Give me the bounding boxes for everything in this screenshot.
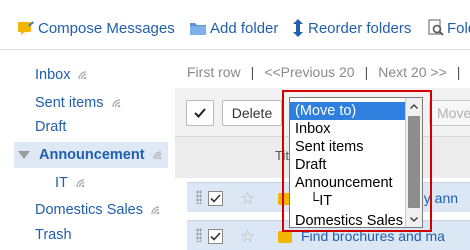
listbox-option-domestics-sales[interactable]: Domestics Sales [290, 212, 406, 227]
pager-separator: | [456, 64, 461, 80]
row-checkbox[interactable] [208, 191, 223, 206]
star-icon[interactable]: ☆ [240, 190, 255, 207]
subscription-icon [152, 151, 161, 160]
sidebar-item-label: Draft [35, 119, 67, 135]
star-icon[interactable]: ☆ [240, 228, 255, 245]
select-all-button[interactable] [186, 100, 214, 126]
listbox-option-announcement[interactable]: Announcement [290, 174, 406, 192]
collapse-triangle-icon[interactable] [18, 151, 30, 159]
checkmark-icon [210, 232, 221, 241]
listbox-option-move-to[interactable]: (Move to) [290, 102, 406, 120]
listbox-scrollbar[interactable] [405, 98, 422, 227]
scrollbar-thumb[interactable] [408, 116, 420, 208]
checkmark-icon [194, 108, 206, 118]
sidebar-item-label: Domestics Sales [35, 202, 143, 218]
reorder-folders-label: Reorder folders [308, 19, 412, 37]
subscription-icon [151, 206, 160, 215]
sidebar-item-it[interactable]: IT [55, 171, 85, 195]
subscription-icon [76, 179, 85, 188]
scroll-up-icon[interactable] [406, 99, 422, 113]
reorder-arrows-icon [293, 19, 303, 37]
find-folder-label: Fold [447, 19, 470, 37]
subscription-icon [78, 71, 87, 80]
sidebar-item-domestics-sales[interactable]: Domestics Sales [35, 198, 160, 222]
sidebar-item-label: Inbox [35, 67, 71, 83]
scroll-down-icon[interactable] [406, 212, 422, 226]
sidebar-item-label: Trash [35, 227, 72, 243]
listbox-option-draft[interactable]: Draft [290, 156, 406, 174]
drag-handle-icon[interactable] [196, 228, 202, 242]
reorder-folders-button[interactable]: Reorder folders [291, 18, 411, 38]
move-button[interactable]: Move [429, 100, 470, 126]
pager-separator: | [250, 64, 255, 80]
compose-label: Compose Messages [38, 19, 175, 37]
listbox-option-sent-items[interactable]: Sent items [290, 138, 406, 156]
listbox-option-inbox[interactable]: Inbox [290, 120, 406, 138]
pager-separator: | [364, 64, 369, 80]
search-document-icon [428, 19, 444, 36]
sidebar-item-label: Sent items [35, 95, 104, 111]
first-row-link[interactable]: First row [187, 64, 241, 80]
sidebar-item-inbox[interactable]: Inbox [35, 63, 87, 87]
sidebar-item-label: IT [55, 175, 68, 191]
sidebar-item-draft[interactable]: Draft [35, 115, 66, 139]
sidebar-item-announcement[interactable]: Announcement [39, 143, 162, 167]
toolbar: Compose Messages Add folder Reorder fold… [0, 0, 470, 50]
find-folder-button[interactable]: Fold [428, 18, 470, 38]
next-page-link[interactable]: Next 20 >> [378, 64, 447, 80]
previous-page-link[interactable]: <<Previous 20 [264, 64, 354, 80]
folder-icon [190, 23, 206, 35]
sidebar-item-sent-items[interactable]: Sent items [35, 91, 121, 115]
checkmark-icon [210, 194, 221, 203]
compose-icon [18, 21, 34, 35]
row-checkbox[interactable] [208, 229, 223, 244]
add-folder-label: Add folder [210, 19, 279, 37]
add-folder-button[interactable]: Add folder [189, 18, 278, 38]
compose-messages-button[interactable]: Compose Messages [17, 18, 175, 38]
delete-button[interactable]: Delete [222, 100, 282, 126]
pagination: First row | <<Previous 20 | Next 20 >> | [187, 62, 470, 82]
listbox-option-it[interactable]: └IT [290, 192, 406, 210]
move-to-listbox[interactable]: (Move to) Inbox Sent items Draft Announc… [289, 97, 423, 228]
sidebar-item-label: Announcement [39, 147, 145, 163]
message-icon [278, 231, 292, 243]
drag-handle-icon[interactable] [196, 190, 202, 204]
sidebar-item-trash[interactable]: Trash [35, 223, 72, 247]
subscription-icon [111, 99, 120, 108]
